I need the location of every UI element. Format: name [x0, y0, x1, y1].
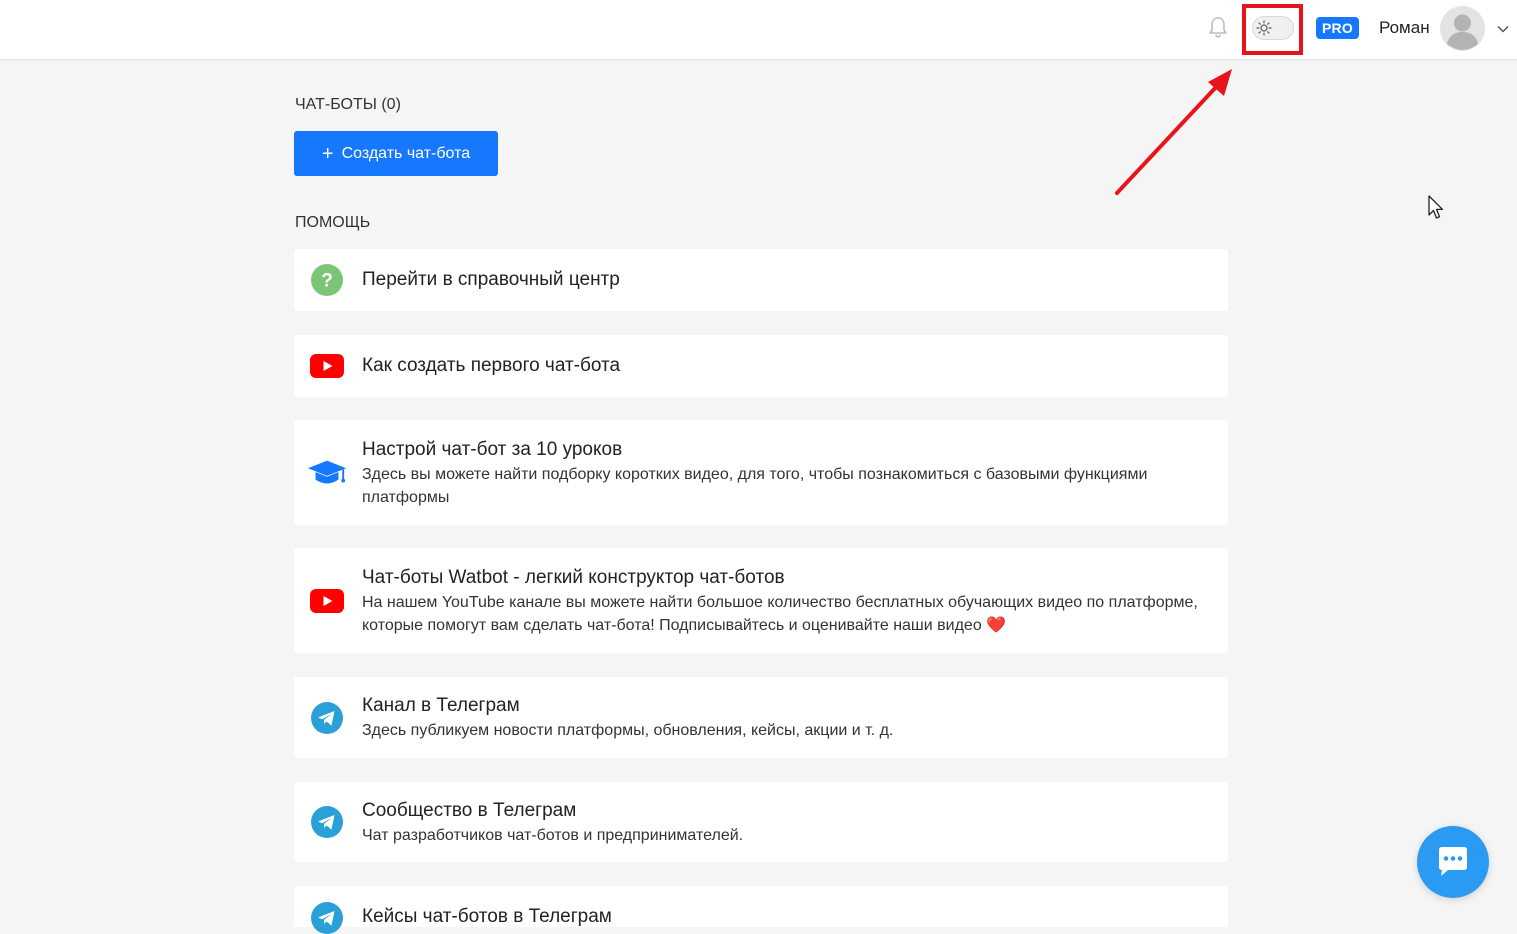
help-item-description: Здесь публикуем новости платформы, обнов… [362, 722, 894, 739]
help-item-10-lessons[interactable]: Настрой чат-бот за 10 уроков Здесь вы мо… [294, 420, 1228, 525]
svg-text:?: ? [321, 271, 333, 292]
highlight-box [1242, 4, 1303, 55]
help-section-title: ПОМОЩЬ [295, 214, 371, 231]
help-item-help-center[interactable]: ? Перейти в справочный центр [294, 249, 1228, 311]
help-item-title: Как создать первого чат-бота [362, 355, 621, 376]
help-item-description: Чат разработчиков чат-ботов и предприним… [362, 827, 744, 844]
annotation-arrow [1115, 69, 1232, 195]
mouse-cursor [1428, 195, 1444, 219]
user-name[interactable]: Роман [1379, 18, 1430, 38]
help-item-title: Настрой чат-бот за 10 уроков [362, 439, 623, 460]
chatbots-section-title: ЧАТ-БОТЫ (0) [295, 96, 401, 113]
help-item-title: Сообщество в Телеграм [362, 800, 577, 821]
graduation-cap-icon [307, 458, 347, 488]
telegram-icon [307, 702, 347, 734]
chat-support-button[interactable] [1417, 826, 1489, 898]
chevron-down-icon[interactable] [1496, 22, 1510, 36]
plus-icon: + [321, 142, 334, 165]
help-item-description: На нашем YouTube канале вы можете найти … [362, 594, 1198, 634]
chat-bubble-icon [1439, 847, 1467, 876]
help-item-title: Кейсы чат-ботов в Телеграм [362, 906, 612, 927]
help-item-title: Канал в Телеграм [362, 695, 520, 716]
question-circle-icon: ? [307, 264, 347, 296]
pro-badge[interactable]: PRO [1316, 17, 1359, 39]
help-item-watbot-youtube[interactable]: Чат-боты Watbot - легкий конструктор чат… [294, 548, 1228, 653]
create-chatbot-button[interactable]: + Создать чат-бота [294, 131, 498, 176]
telegram-icon [307, 806, 347, 838]
help-item-description: Здесь вы можете найти подборку коротких … [362, 466, 1148, 506]
bell-icon[interactable] [1207, 16, 1229, 40]
youtube-icon [307, 589, 347, 613]
help-item-telegram-cases[interactable]: Кейсы чат-ботов в Телеграм [294, 886, 1228, 934]
help-item-telegram-channel[interactable]: Канал в Телеграм Здесь публикуем новости… [294, 677, 1228, 758]
telegram-icon [307, 902, 347, 934]
avatar[interactable] [1440, 6, 1485, 51]
help-item-title: Перейти в справочный центр [362, 269, 620, 290]
create-chatbot-label: Создать чат-бота [341, 144, 471, 162]
top-bar: PRO Роман [0, 0, 1517, 60]
help-item-telegram-community[interactable]: Сообщество в Телеграм Чат разработчиков … [294, 782, 1228, 862]
youtube-icon [307, 354, 347, 378]
help-item-first-chatbot[interactable]: Как создать первого чат-бота [294, 335, 1228, 397]
help-item-title: Чат-боты Watbot - легкий конструктор чат… [362, 567, 785, 588]
